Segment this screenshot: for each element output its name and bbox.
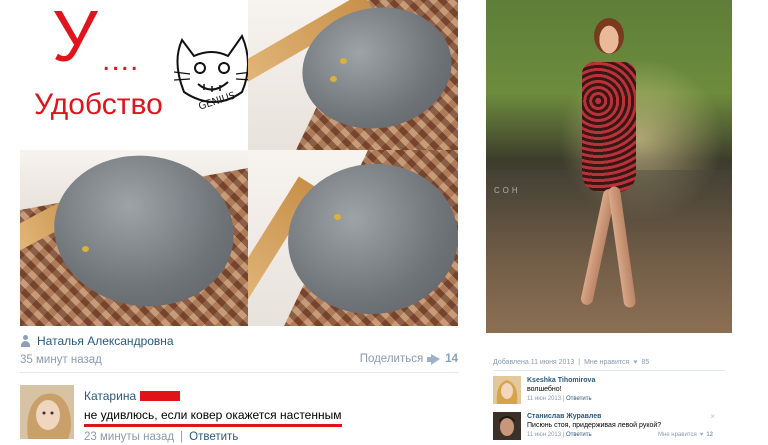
cat-photo-1 [248,0,458,150]
meta-separator: | [180,431,184,443]
collage-title-panel: У .... Удобство GENIUS [20,0,253,150]
cat-photo-3 [248,150,458,326]
collage-title-dots: .... [102,44,140,77]
reply-link[interactable]: Ответить [566,432,592,438]
comment-meta: 11 июн 2013 | Ответить [527,432,592,438]
figure-head [594,18,624,54]
photo-comment: Kseshka Tihomirova волшебно! 11 июн 2013… [493,376,725,406]
photo-date: Добавлена 11 июня 2013 [493,359,575,366]
commenter-avatar[interactable] [493,376,521,404]
photo-watermark: СОН [494,186,521,195]
comment-meta: 23 минуты назад | Ответить [84,431,238,443]
photo-comment: Станислав Журавлев Писюнь стоя, придержи… [493,412,725,442]
reply-link[interactable]: Ответить [566,396,592,402]
left-post: У .... Удобство GENIUS Наталья Александр… [0,0,470,445]
comment-time[interactable]: 11 июн 2013 [527,396,561,402]
comment-like-button[interactable]: Мне нравится ♥ 12 [658,432,713,438]
photo-collage[interactable]: У .... Удобство GENIUS [20,0,458,326]
divider [493,370,725,371]
share-count: 14 [445,353,458,365]
user-icon [20,335,31,347]
post-time[interactable]: 35 минут назад [20,354,102,366]
comment-text: Писюнь стоя, придерживая левой рукой? [527,422,662,429]
share-button[interactable]: Поделиться 14 [360,353,458,365]
photo-meta: Добавлена 11 июня 2013 | Мне нравится ♥ … [493,359,649,366]
commenter-avatar[interactable] [20,385,74,439]
photo-like-count: 85 [641,359,650,366]
comment-time[interactable]: 11 июн 2013 [527,432,561,438]
megaphone-icon [427,353,441,365]
heart-icon[interactable]: ♥ [633,359,637,366]
author-name-link[interactable]: Наталья Александровна [37,334,174,348]
avatar-portrait-icon [493,412,521,440]
collage-title-letter: У [52,0,98,77]
figure-dress [582,62,636,192]
collage-title-word: Удобство [34,88,163,121]
share-label: Поделиться [359,353,424,365]
comment-meta: 11 июн 2013 | Ответить [527,396,592,402]
comment-time[interactable]: 23 минуты назад [84,431,174,443]
cat-photo-2 [20,150,248,326]
comment-like-label: Мне нравится [657,432,697,438]
close-icon[interactable]: × [710,412,715,421]
redaction-bar [140,391,180,401]
avatar-portrait-icon [20,385,74,439]
divider [20,372,458,373]
comment-text: волшебно! [527,386,562,393]
reply-link[interactable]: Ответить [189,431,238,443]
comment-like-count: 12 [706,432,713,438]
commenter-name-link[interactable]: Станислав Журавлев [527,413,601,420]
heart-icon: ♥ [699,432,704,438]
comment-text: не удивлюсь, если ковер окажется настенн… [84,408,342,422]
commenter-name-link[interactable]: Катарина [84,389,136,403]
post-author: Наталья Александровна [20,334,174,348]
girl-river-photo[interactable]: СОН [486,0,732,333]
avatar-portrait-icon [493,376,521,404]
commenter-avatar[interactable] [493,412,521,440]
commenter-name-link[interactable]: Kseshka Tihomirova [527,377,595,384]
meta-separator: | [578,359,581,366]
highlight-underline [84,424,342,427]
photo-like-label[interactable]: Мне нравится [584,359,629,366]
